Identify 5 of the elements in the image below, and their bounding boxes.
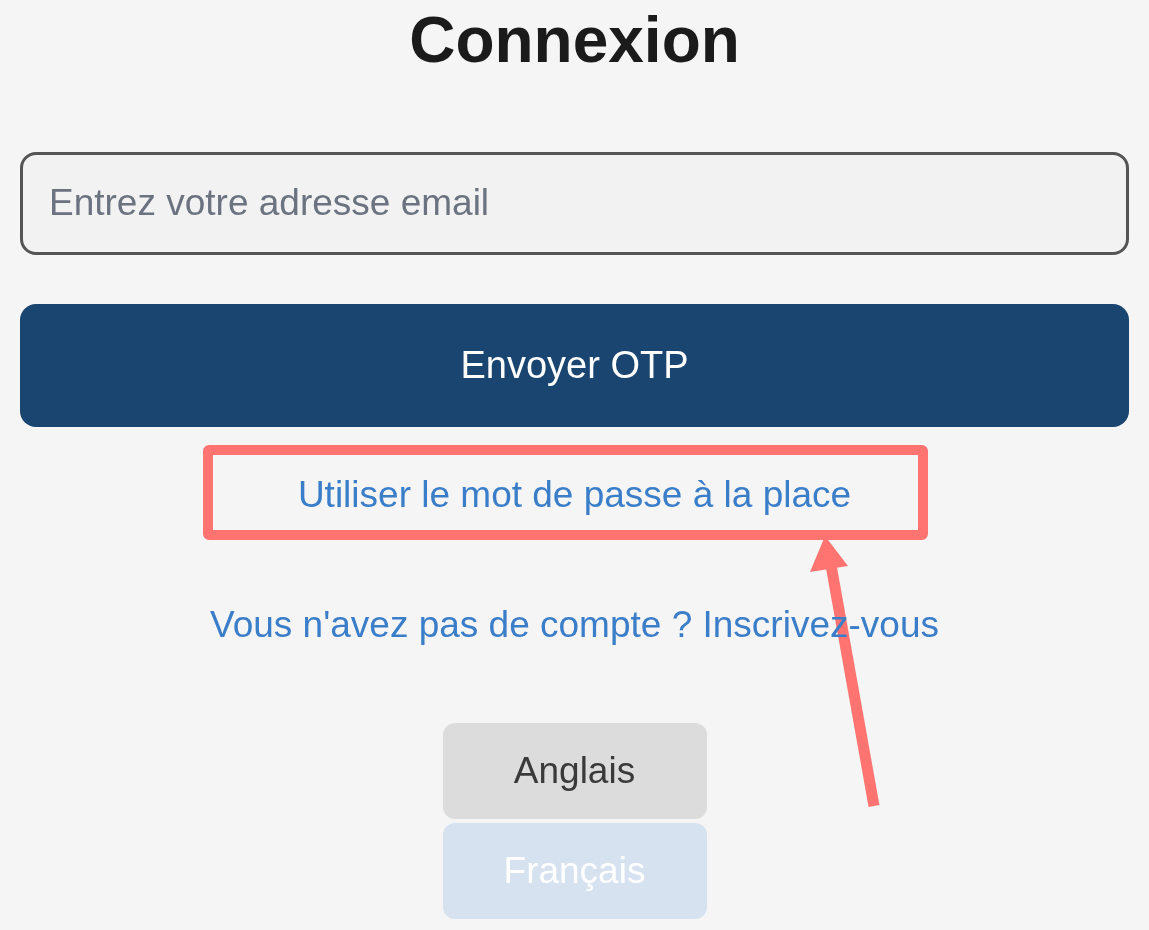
language-button[interactable]: Anglais bbox=[442, 722, 707, 819]
send-otp-button[interactable]: Envoyer OTP bbox=[20, 303, 1129, 427]
password-link[interactable]: Utiliser le mot de passe à la place bbox=[297, 473, 852, 515]
page-title: Connexion bbox=[408, 3, 741, 78]
email-field[interactable]: Entrez votre adresse email bbox=[20, 151, 1129, 255]
